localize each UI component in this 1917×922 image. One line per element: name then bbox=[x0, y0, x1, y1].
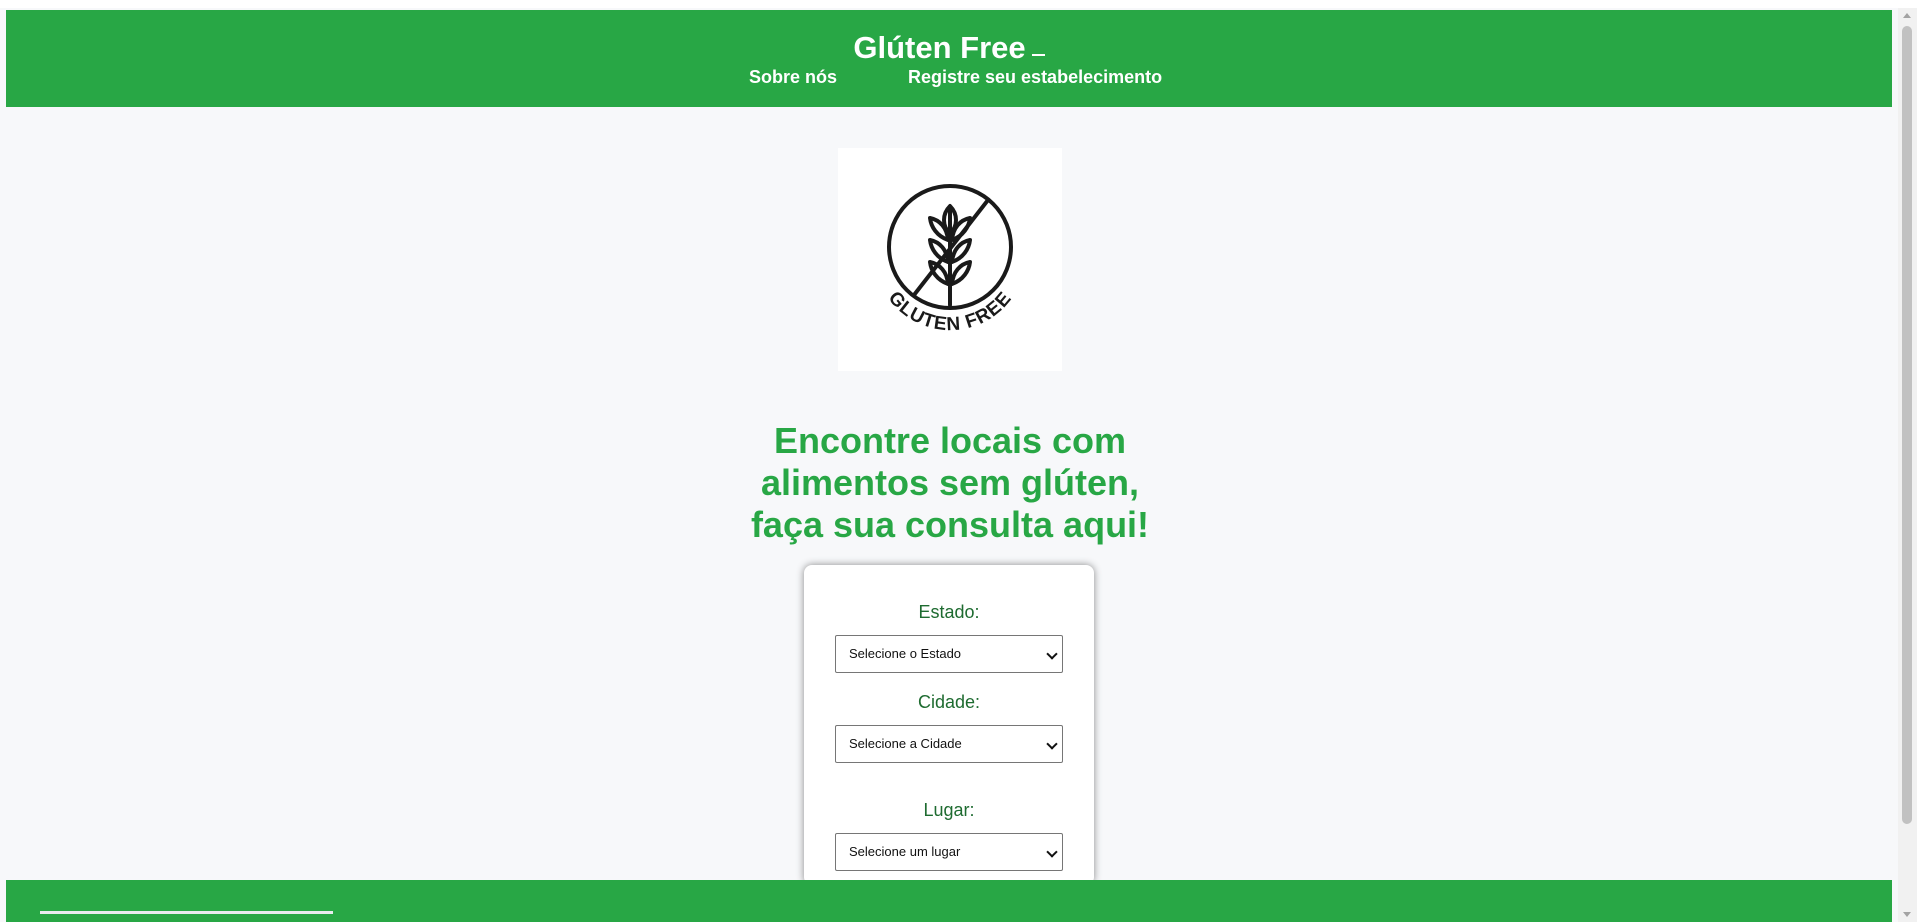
chevron-down-icon bbox=[1046, 738, 1058, 750]
chevron-down-icon bbox=[1046, 648, 1058, 660]
site-footer bbox=[6, 880, 1892, 922]
lugar-select-value: Selecione um lugar bbox=[849, 844, 961, 859]
cidade-label: Cidade: bbox=[917, 692, 981, 712]
chevron-down-icon bbox=[1046, 846, 1058, 858]
scroll-up-arrow-icon[interactable] bbox=[1903, 13, 1911, 18]
site-header: Glúten Free Sobre nós Registre seu estab… bbox=[6, 10, 1892, 107]
lugar-select[interactable]: Selecione um lugar bbox=[835, 833, 1063, 871]
estado-select[interactable]: Selecione o Estado bbox=[835, 635, 1063, 673]
scroll-down-arrow-icon[interactable] bbox=[1903, 912, 1911, 917]
vertical-scrollbar[interactable] bbox=[1898, 8, 1917, 922]
site-title[interactable]: Glúten Free bbox=[6, 30, 1892, 66]
footer-divider bbox=[40, 911, 333, 914]
hero-line-3: faça sua consulta aqui! bbox=[750, 504, 1150, 545]
hero-line-1: Encontre locais com bbox=[773, 420, 1127, 461]
estado-select-value: Selecione o Estado bbox=[849, 646, 962, 661]
hero-headline: Encontre locais com alimentos sem glúten… bbox=[700, 420, 1200, 546]
gluten-free-logo: GLUTEN FREE bbox=[838, 148, 1062, 371]
nav-link-registre-estabelecimento[interactable]: Registre seu estabelecimento bbox=[908, 67, 1162, 87]
text-cursor bbox=[1031, 54, 1045, 56]
page-viewport: Glúten Free Sobre nós Registre seu estab… bbox=[0, 8, 1898, 922]
cidade-select-value: Selecione a Cidade bbox=[849, 736, 962, 751]
search-form-card: Estado: Selecione o Estado Cidade: Selec… bbox=[804, 565, 1094, 885]
gluten-free-wheat-icon: GLUTEN FREE bbox=[884, 184, 1015, 335]
cidade-select[interactable]: Selecione a Cidade bbox=[835, 725, 1063, 763]
lugar-label: Lugar: bbox=[923, 800, 975, 820]
hero-line-2: alimentos sem glúten, bbox=[760, 462, 1140, 503]
estado-label: Estado: bbox=[918, 602, 980, 622]
nav-link-sobre-nos[interactable]: Sobre nós bbox=[749, 67, 837, 87]
site-title-text: Glúten Free bbox=[853, 30, 1026, 65]
scrollbar-thumb[interactable] bbox=[1902, 26, 1912, 824]
